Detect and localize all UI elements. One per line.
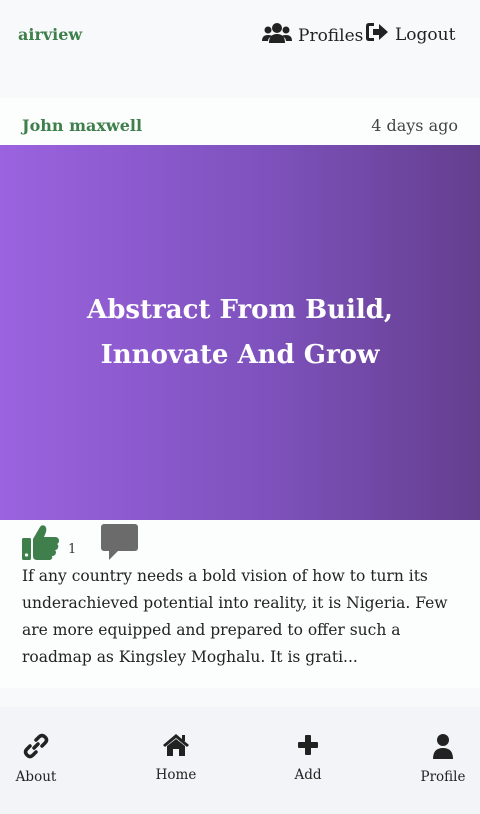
plus-icon [296, 733, 320, 767]
user-icon [431, 733, 455, 769]
brand-logo[interactable]: airview [18, 25, 82, 44]
sign-out-icon [365, 22, 395, 47]
nav-profiles-link[interactable]: Profiles [262, 22, 363, 49]
bottom-nav-about[interactable]: About [0, 733, 76, 785]
nav-logout-link[interactable]: Logout [365, 22, 455, 47]
bottom-nav-home-label: Home [155, 767, 197, 783]
home-icon [162, 733, 190, 767]
post-excerpt: If any country needs a bold vision of ho… [22, 567, 448, 666]
bottom-nav-profile-label: Profile [420, 769, 466, 785]
post-card: John maxwell 4 days ago Abstract From Bu… [0, 98, 480, 688]
top-navbar: airview Profiles Logout [0, 0, 480, 76]
link-icon [23, 733, 49, 769]
post-title: Abstract From Build, Innovate And Grow [87, 294, 393, 370]
post-timestamp: 4 days ago [371, 116, 458, 135]
comment-button[interactable] [101, 524, 138, 564]
post-banner[interactable]: Abstract From Build, Innovate And Grow [0, 145, 480, 520]
bottom-nav-add[interactable]: Add [268, 733, 348, 783]
bottom-nav-about-label: About [15, 769, 57, 785]
nav-profiles-label: Profiles [298, 25, 364, 46]
users-icon [262, 22, 298, 49]
post-actions: 1 [22, 524, 222, 564]
comment-icon [101, 524, 138, 564]
thumbs-up-icon [22, 525, 60, 564]
nav-logout-label: Logout [395, 24, 456, 45]
bottom-nav-home[interactable]: Home [136, 733, 216, 783]
like-button[interactable] [22, 524, 60, 564]
bottom-nav-profile[interactable]: Profile [403, 733, 480, 785]
like-count: 1 [68, 542, 77, 557]
bottom-navbar: About Home Add Profile [0, 707, 480, 814]
post-author[interactable]: John maxwell [22, 116, 142, 135]
bottom-nav-add-label: Add [294, 767, 322, 783]
